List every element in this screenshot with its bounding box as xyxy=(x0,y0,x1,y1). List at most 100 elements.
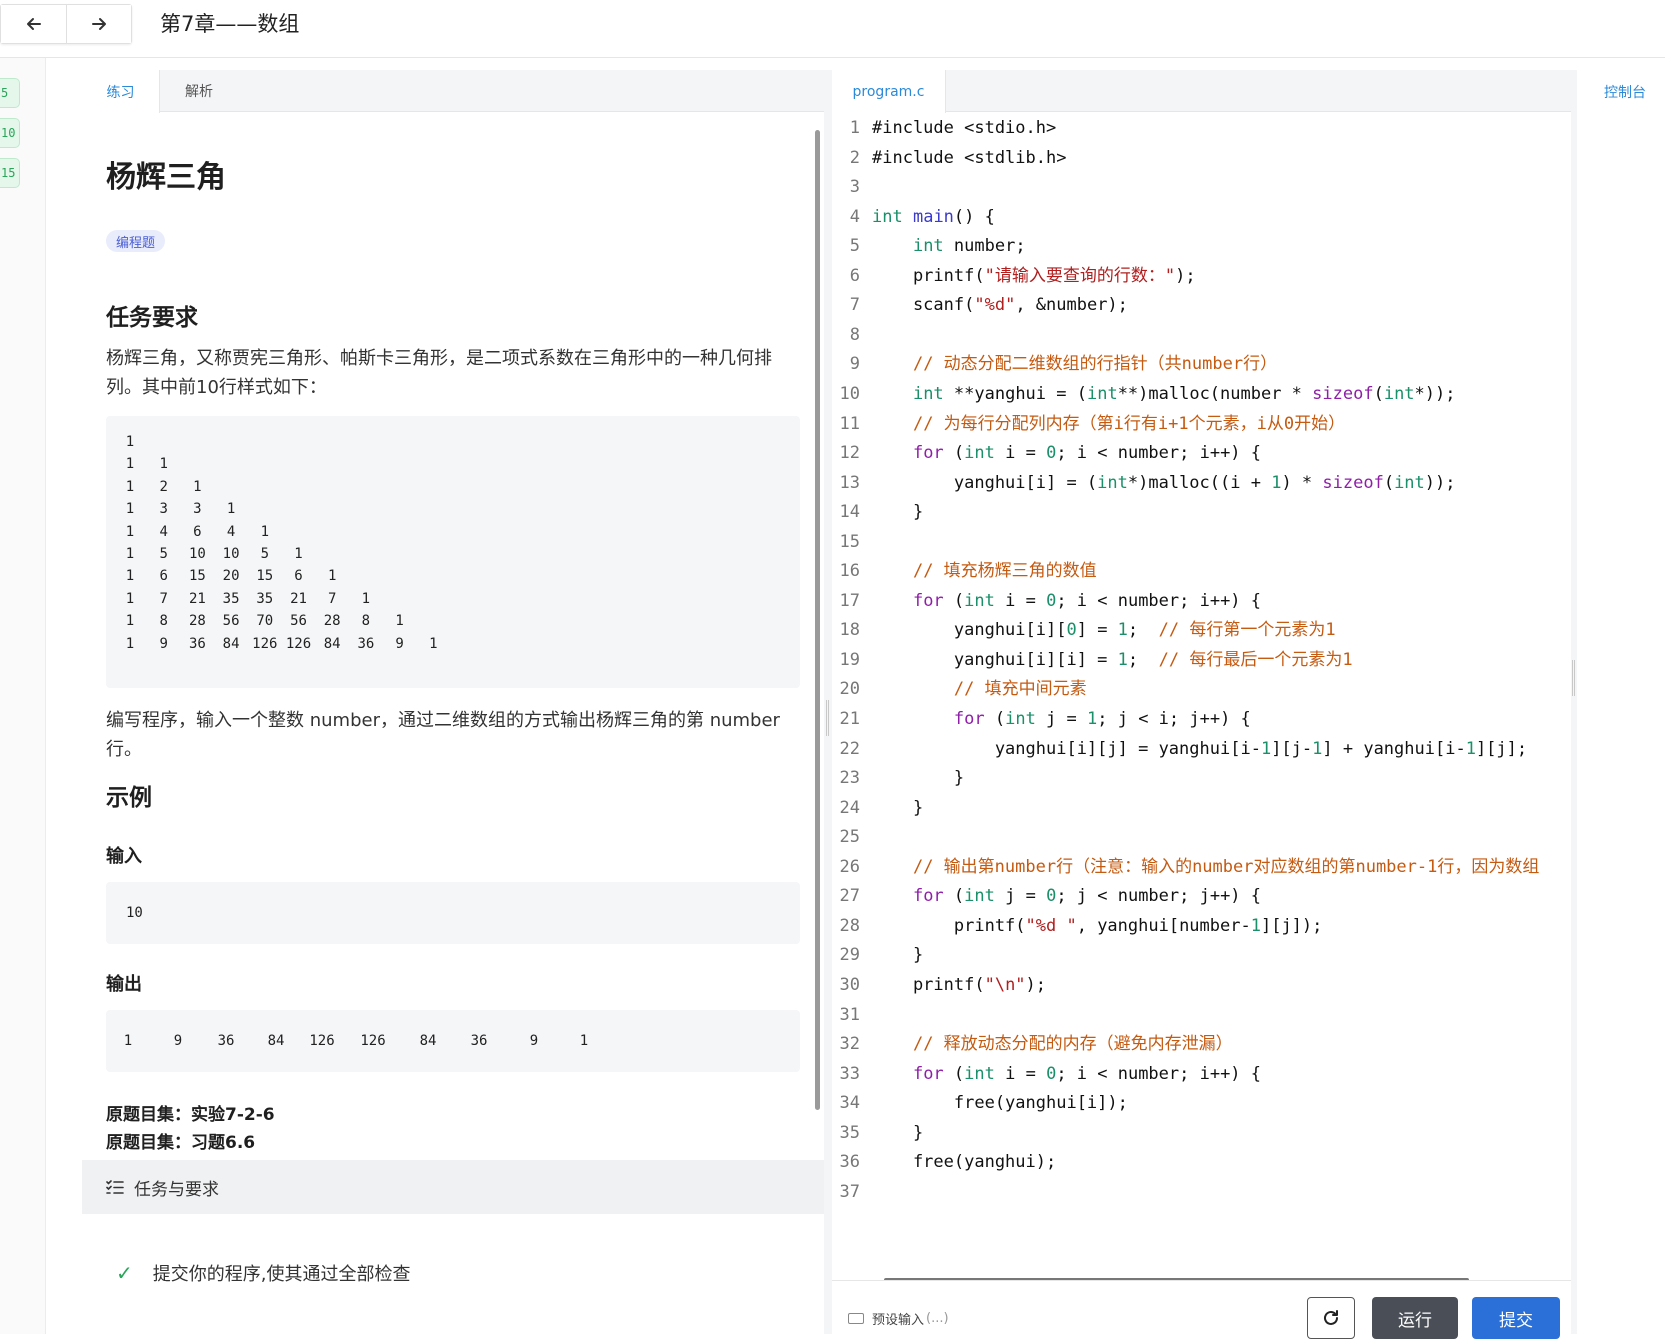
reset-button[interactable] xyxy=(1307,1297,1355,1339)
line-number: 18 xyxy=(839,620,860,641)
code-line[interactable]: 33 for (int i = 0; i < number; i++) { xyxy=(832,1059,1571,1090)
triangle-value: 1 xyxy=(125,523,135,540)
code-text: for (int j = 0; j < number; j++) { xyxy=(912,886,1262,907)
code-line[interactable]: 25 xyxy=(832,822,1571,853)
preset-input-label: 预设输入 xyxy=(872,1313,925,1328)
code-line[interactable]: 7 scanf("%d", &number); xyxy=(832,290,1571,321)
example-heading: 示例 xyxy=(106,785,152,811)
line-number: 15 xyxy=(839,531,860,552)
code-line[interactable]: 6 printf("请输入要查询的行数："); xyxy=(832,261,1571,292)
code-line[interactable]: 9 // 动态分配二维数组的行指针（共number行） xyxy=(832,349,1571,380)
editor-tabs: program.c xyxy=(832,70,1571,113)
triangle-value: 8 xyxy=(361,613,371,630)
splitter-grip[interactable] xyxy=(1572,660,1575,696)
source-line: 原题目集：习题6.6 xyxy=(106,1133,256,1153)
code-line[interactable]: 36 free(yanghui); xyxy=(832,1147,1571,1178)
code-line[interactable]: 16 // 填充杨辉三角的数值 xyxy=(832,556,1571,587)
output-value: 36 xyxy=(217,1033,235,1049)
triangle-value: 21 xyxy=(188,590,206,607)
problem-scrollbar[interactable] xyxy=(815,130,820,1110)
tab-program-c[interactable]: program.c xyxy=(832,70,946,113)
code-text: int number; xyxy=(912,236,1026,257)
code-line[interactable]: 11 // 为每行分配列内存（第i行有i+1个元素，i从0开始） xyxy=(832,409,1571,440)
triangle-value: 15 xyxy=(188,568,206,585)
code-line[interactable]: 22 yanghui[i][j] = yanghui[i-1][j-1] + y… xyxy=(832,734,1571,765)
code-line[interactable]: 4 int main() { xyxy=(832,202,1571,233)
code-text: yanghui[i][0] = 1; // 每行第一个元素为1 xyxy=(872,620,1336,641)
code-line[interactable]: 1 #include <stdio.h> xyxy=(832,113,1571,144)
triangle-value: 84 xyxy=(323,635,341,652)
code-text: #include <stdio.h> xyxy=(872,118,1057,138)
code-line[interactable]: 29 } xyxy=(832,940,1571,971)
run-button[interactable]: 运行 xyxy=(1372,1297,1458,1339)
code-line[interactable]: 18 yanghui[i][0] = 1; // 每行第一个元素为1 xyxy=(832,615,1571,646)
splitter-grip[interactable] xyxy=(826,700,829,736)
code-line[interactable]: 19 yanghui[i][i] = 1; // 每行最后一个元素为1 xyxy=(832,645,1571,676)
code-line[interactable]: 2 #include <stdlib.h> xyxy=(832,143,1571,174)
task-requirements-bar[interactable]: 任务与要求 xyxy=(82,1160,824,1214)
forward-button[interactable] xyxy=(66,5,131,43)
code-text: // 动态分配二维数组的行指针（共number行） xyxy=(912,354,1278,375)
triangle-value: 56 xyxy=(290,613,307,630)
code-editor[interactable]: 1 #include <stdio.h> 2 #include <stdlib.h> 3… xyxy=(832,112,1571,1260)
check-icon: ✓ xyxy=(116,1261,133,1285)
tab-analysis[interactable]: 解析 xyxy=(160,70,238,112)
code-text: #include <stdlib.h> xyxy=(872,147,1067,168)
panel-splitter[interactable] xyxy=(824,70,832,1334)
question-badge[interactable]: 5 xyxy=(0,78,20,108)
code-line[interactable]: 8 xyxy=(832,320,1571,351)
code-line[interactable]: 21 for (int j = 1; j < i; j++) { xyxy=(832,704,1571,735)
code-line[interactable]: 3 xyxy=(832,172,1571,203)
preset-input-toggle[interactable]: 预设输入 (...) xyxy=(848,1309,949,1328)
code-text: yanghui[i][i] = 1; // 每行最后一个元素为1 xyxy=(872,649,1353,670)
code-line[interactable]: 17 for (int i = 0; i < number; i++) { xyxy=(832,586,1571,617)
code-line[interactable]: 26 // 输出第number行（注意：输入的number对应数组的第numbe… xyxy=(832,852,1571,883)
line-number: 14 xyxy=(839,502,860,523)
code-text: // 填充杨辉三角的数值 xyxy=(912,561,1097,582)
code-line[interactable]: 31 xyxy=(832,1000,1571,1031)
code-text: int main() { xyxy=(872,206,995,227)
code-line[interactable]: 35 } xyxy=(832,1118,1571,1149)
code-line[interactable]: 27 for (int j = 0; j < number; j++) { xyxy=(832,881,1571,912)
output-value: 84 xyxy=(419,1033,437,1049)
triangle-value: 6 xyxy=(159,568,168,585)
code-line[interactable]: 5 int number; xyxy=(832,231,1571,262)
code-line[interactable]: 14 } xyxy=(832,497,1571,528)
line-number: 25 xyxy=(839,827,860,848)
question-badge[interactable]: 10 xyxy=(0,118,20,148)
triangle-value: 1 xyxy=(294,546,303,562)
triangle-value: 1 xyxy=(260,523,270,540)
sample-input: 10 xyxy=(106,882,800,944)
question-badge[interactable]: 15 xyxy=(0,158,20,188)
triangle-value: 21 xyxy=(290,590,307,607)
triangle-value: 70 xyxy=(256,613,274,630)
editor-scrollbar[interactable] xyxy=(1571,70,1577,1334)
line-number: 36 xyxy=(839,1152,860,1173)
line-number: 35 xyxy=(839,1122,860,1143)
code-line[interactable]: 30 printf("\n"); xyxy=(832,970,1571,1001)
back-button[interactable] xyxy=(1,5,66,43)
tab-practice[interactable]: 练习 xyxy=(82,70,160,113)
task-bar-label: 任务与要求 xyxy=(134,1179,219,1200)
code-text: } xyxy=(872,502,924,523)
line-number: 22 xyxy=(839,738,860,759)
triangle-value: 1 xyxy=(125,456,135,473)
code-line[interactable]: 37 xyxy=(832,1177,1571,1208)
submit-button[interactable]: 提交 xyxy=(1472,1297,1560,1339)
code-line[interactable]: 15 xyxy=(832,527,1571,558)
code-text: // 填充中间元素 xyxy=(953,679,1087,700)
output-value: 126 xyxy=(360,1033,386,1049)
code-line[interactable]: 28 printf("%d ", yanghui[number-1][j]); xyxy=(832,911,1571,942)
code-line[interactable]: 20 // 填充中间元素 xyxy=(832,674,1571,705)
code-text: for (int j = 1; j < i; j++) { xyxy=(953,709,1251,729)
top-bar: 第7章——数组 xyxy=(0,0,1665,58)
code-line[interactable]: 13 yanghui[i] = (int*)malloc((i + 1) * s… xyxy=(832,468,1571,499)
code-line[interactable]: 32 // 释放动态分配的内存（避免内存泄漏） xyxy=(832,1029,1571,1060)
code-line[interactable]: 24 } xyxy=(832,793,1571,824)
line-number: 4 xyxy=(849,206,860,227)
console-tab[interactable]: 控制台 xyxy=(1604,82,1646,102)
code-line[interactable]: 34 free(yanghui[i]); xyxy=(832,1088,1571,1119)
code-line[interactable]: 23 } xyxy=(832,763,1571,794)
code-line[interactable]: 12 for (int i = 0; i < number; i++) { xyxy=(832,438,1571,469)
code-line[interactable]: 10 int **yanghui = (int**)malloc(number … xyxy=(832,379,1571,410)
